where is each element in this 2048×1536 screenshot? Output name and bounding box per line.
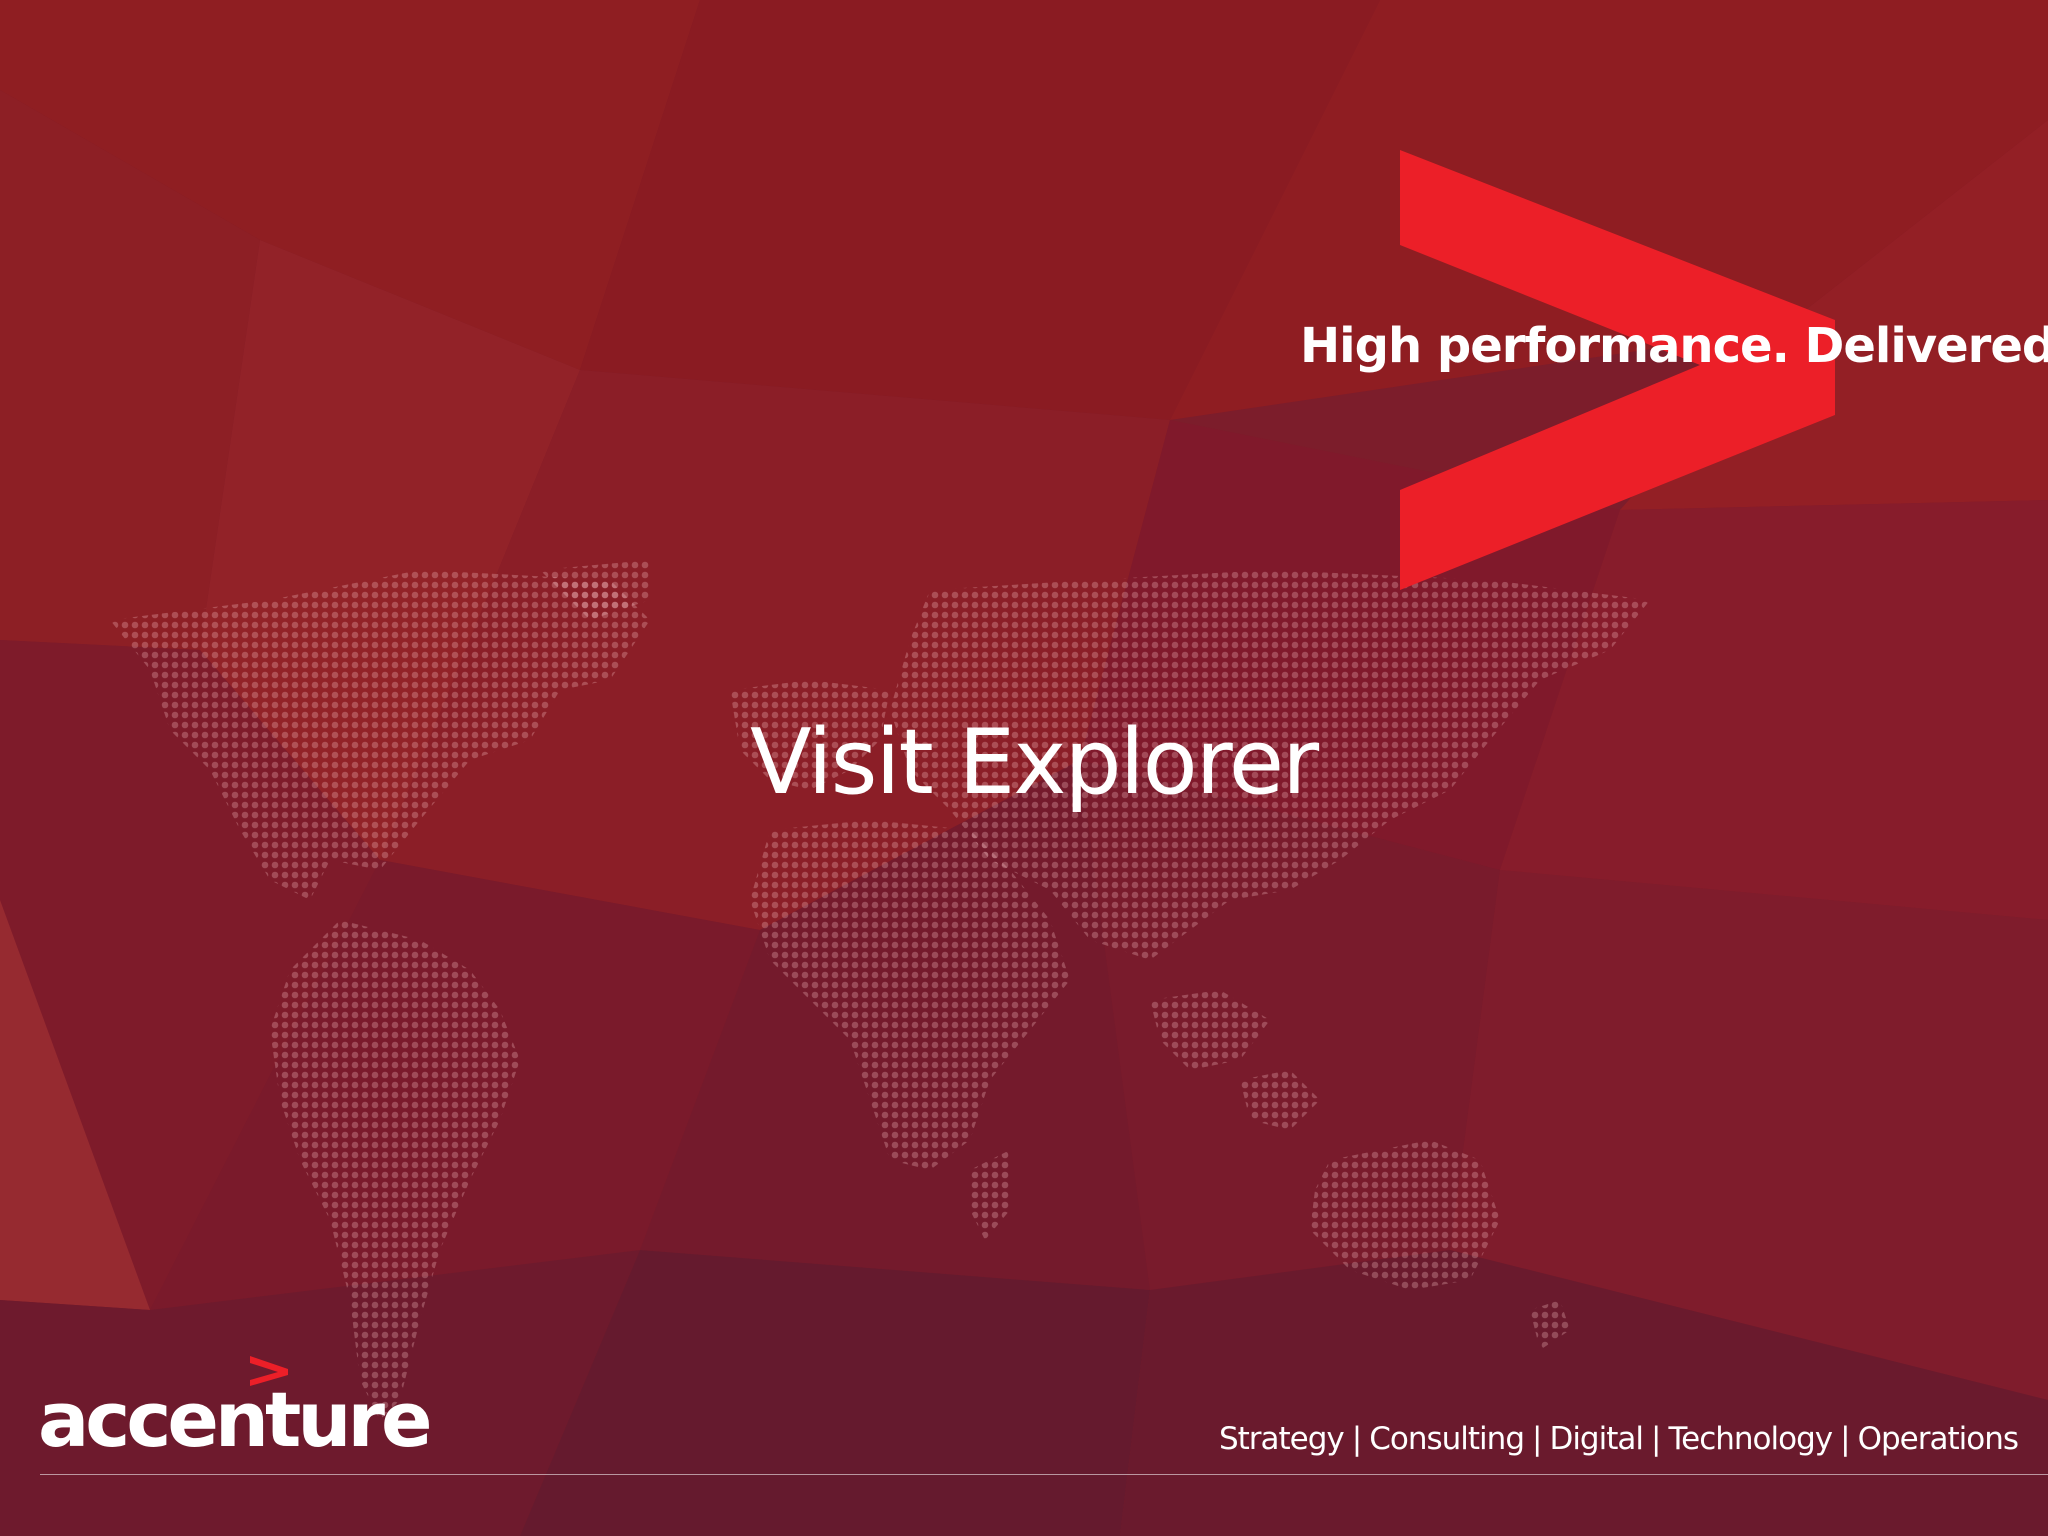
service-separator: | bbox=[1651, 1421, 1662, 1457]
service-item: Technology bbox=[1668, 1421, 1833, 1457]
service-separator: | bbox=[1840, 1421, 1851, 1457]
service-separator: | bbox=[1532, 1421, 1543, 1457]
page-title: Visit Explorer bbox=[750, 710, 1319, 815]
services-list: Strategy | Consulting | Digital | Technology | O… bbox=[1218, 1421, 2019, 1457]
service-item: Strategy bbox=[1218, 1421, 1345, 1457]
service-item: Digital bbox=[1549, 1421, 1644, 1457]
service-item: Operations bbox=[1857, 1421, 2019, 1457]
accenture-logo: accenture bbox=[38, 1352, 432, 1462]
brand-tagline: High performance. Delivered. bbox=[1300, 318, 2048, 374]
logo-wordmark: accenture bbox=[38, 1375, 432, 1464]
footer-divider bbox=[40, 1474, 2048, 1475]
world-map-icon bbox=[110, 560, 1650, 1420]
service-item: Consulting bbox=[1369, 1421, 1525, 1457]
service-separator: | bbox=[1351, 1421, 1363, 1457]
splash-screen: High performance. Delivered. Visit Explo… bbox=[0, 0, 2048, 1536]
